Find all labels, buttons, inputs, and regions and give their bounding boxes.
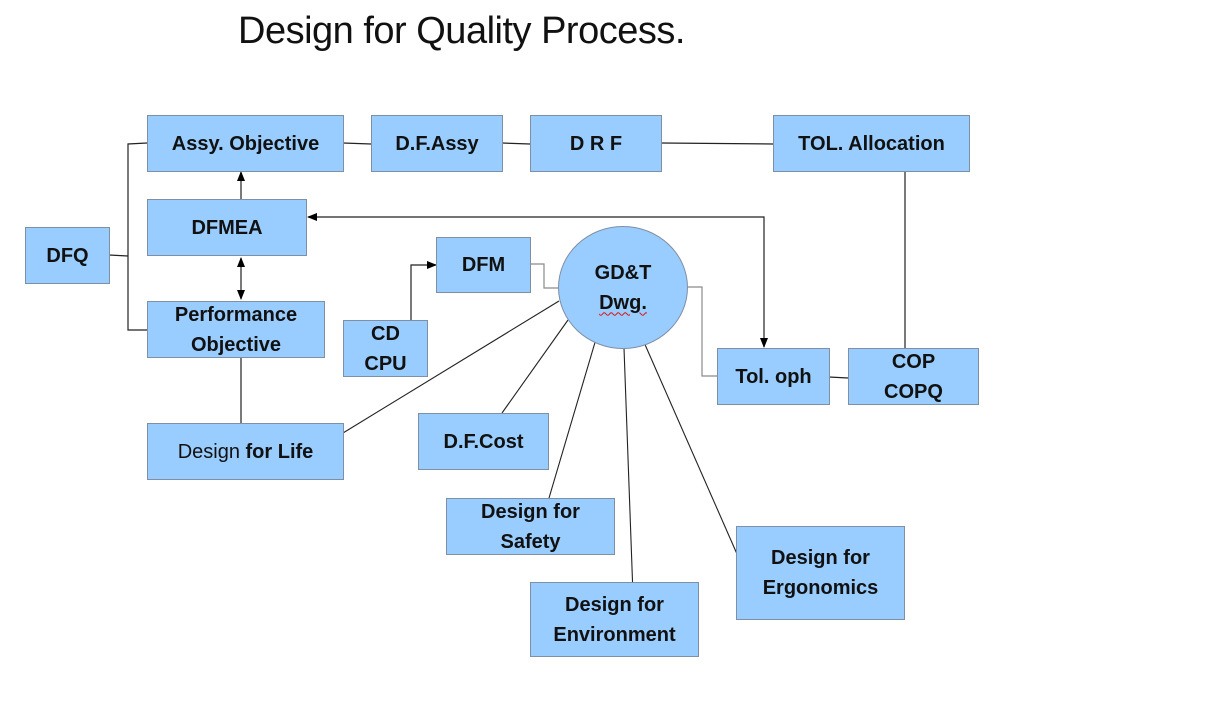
node-label: DFM — [461, 254, 506, 276]
node-label: Tol. oph — [735, 365, 812, 388]
node-df-assy[interactable]: D.F.Assy — [371, 115, 503, 172]
node-label: D R F — [569, 132, 623, 155]
node-label-line1: Design for — [771, 547, 870, 569]
node-design-for-environment[interactable]: Design for Environment — [530, 582, 699, 657]
node-label: D.F.Assy — [395, 132, 479, 155]
connector-dfassy-drf — [501, 142, 531, 145]
connector-toloph-cop — [828, 376, 849, 379]
node-tol-allocation[interactable]: TOL. Allocation — [773, 115, 970, 172]
node-label-line2: Dwg. — [599, 291, 647, 314]
node-dfm[interactable]: DFM — [436, 237, 531, 293]
node-tol-oph[interactable]: Tol. oph — [717, 348, 830, 405]
node-label-line2: Safety — [500, 530, 561, 553]
connector-bracket-vertical — [127, 142, 148, 331]
node-label-line1: CD — [371, 322, 400, 345]
node-dfmea[interactable]: DFMEA — [147, 199, 307, 256]
node-cop-copq[interactable]: COP COPQ — [848, 348, 979, 405]
node-label-line1: GD&T — [594, 261, 652, 284]
node-label: Design for Life — [178, 437, 314, 467]
node-label-prefix: Design — [177, 440, 246, 463]
node-dfq[interactable]: DFQ — [25, 227, 110, 284]
node-label-bold: for Life — [245, 440, 314, 463]
node-performance-objective[interactable]: Performance Objective — [147, 301, 325, 358]
node-label: DFQ — [46, 244, 89, 267]
node-df-cost[interactable]: D.F.Cost — [418, 413, 549, 470]
connector-gdt-toloph — [688, 286, 717, 377]
node-label-line1: Design for — [565, 593, 664, 616]
arrow-cdcpu-to-dfm — [410, 261, 437, 320]
node-gdt-dwg[interactable]: GD&T Dwg. — [558, 226, 688, 349]
node-cd-cpu[interactable]: CD CPU — [343, 320, 428, 377]
connector-dfq-bracket — [108, 254, 129, 257]
connector-assy-dfassy — [342, 142, 372, 145]
node-label-line1: COP — [891, 350, 936, 373]
connector-drf-tolalloc — [660, 142, 774, 145]
node-label-line1: Performance — [174, 303, 298, 326]
node-label-line2: CPU — [364, 352, 407, 375]
node-label: TOL. Allocation — [798, 132, 945, 155]
node-assy-objective[interactable]: Assy. Objective — [147, 115, 344, 172]
node-label-line1: Design for — [481, 500, 580, 523]
connector-dfm-gdt — [531, 263, 558, 289]
node-design-for-life[interactable]: Design for Life — [147, 423, 344, 480]
node-drf[interactable]: D R F — [530, 115, 662, 172]
node-label: D.F.Cost — [443, 430, 524, 453]
connector-gdt-safety — [548, 338, 597, 499]
node-label-line2: COPQ — [884, 380, 943, 403]
connector-gdt-environment — [623, 347, 634, 596]
node-label: DFMEA — [191, 216, 263, 239]
node-label-line2: Ergonomics — [762, 577, 879, 599]
node-design-for-ergonomics[interactable]: Design for Ergonomics — [736, 526, 905, 620]
connector-gdt-cost — [501, 319, 569, 414]
node-design-for-safety[interactable]: Design for Safety — [446, 498, 615, 555]
node-label-line2: Environment — [553, 623, 676, 646]
node-label: Assy. Objective — [171, 132, 320, 155]
node-label-line2: Objective — [190, 333, 282, 356]
